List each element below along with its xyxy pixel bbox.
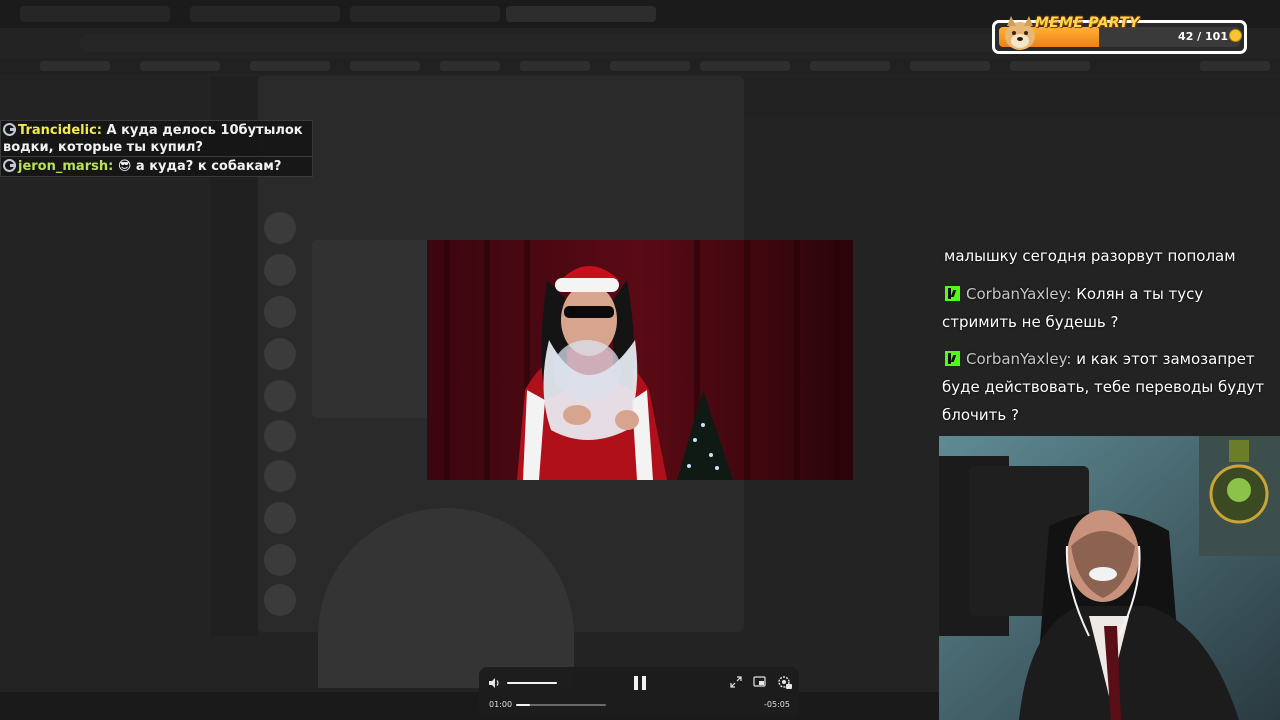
chat-message-text: А куда делось 10бутылок	[106, 123, 303, 138]
pause-icon[interactable]	[633, 675, 647, 691]
streamer-webcam	[939, 436, 1280, 720]
meme-party-widget: MEME PARTY 42 / 101	[992, 15, 1247, 54]
coin-icon	[1229, 29, 1242, 42]
chat-message-text: а куда? к собакам?	[135, 159, 282, 174]
fullscreen-icon[interactable]	[730, 676, 742, 688]
chat-message-text-cont: буде действовать, тебе переводы будут	[942, 378, 1265, 396]
seek-bar[interactable]	[516, 704, 606, 706]
right-chat-message: CorbanYaxley: Колян а ты тусу стримить н…	[940, 280, 1270, 336]
video-player-controls: 01:00 -05:05	[479, 667, 799, 717]
seek-bar-fill	[516, 704, 531, 706]
santa-costume-video-image	[427, 240, 853, 480]
left-chat-message: jeron_marsh: 😎 а куда? к собакам?	[0, 156, 313, 177]
chat-message-text-cont: стримить не будешь ?	[942, 313, 1119, 331]
kick-icon	[945, 286, 960, 301]
embedded-video-frame[interactable]	[427, 240, 853, 480]
g-badge-icon	[3, 159, 16, 172]
kick-icon	[945, 351, 960, 366]
stream-stage: Trancidelic: А куда делось 10бутылок вод…	[0, 0, 1280, 720]
current-time: 01:00	[489, 700, 513, 709]
chat-nick: Trancidelic:	[18, 123, 102, 138]
chat-nick: jeron_marsh:	[18, 159, 114, 174]
right-chat-line: малышку сегодня разорвут пополам	[940, 242, 1270, 270]
right-chat-message: CorbanYaxley: и как этот замозапрет буде…	[940, 345, 1270, 429]
sunglasses-emoji-icon: 😎	[117, 159, 132, 174]
meme-party-count: 42 / 101	[1178, 30, 1228, 43]
chat-message-text: и как этот замозапрет	[1076, 350, 1255, 368]
chat-nick: CorbanYaxley:	[966, 285, 1072, 303]
doge-icon	[1005, 16, 1035, 50]
volume-icon[interactable]	[488, 677, 500, 689]
browser-right-toolbar	[744, 76, 1280, 116]
settings-icon[interactable]	[777, 675, 792, 690]
pip-icon[interactable]	[753, 676, 766, 688]
g-badge-icon	[3, 123, 16, 136]
chat-message-text: малышку сегодня разорвут пополам	[944, 247, 1236, 265]
chat-nick: CorbanYaxley:	[966, 350, 1072, 368]
streamer-webcam-image	[939, 436, 1280, 720]
volume-slider-fill	[507, 682, 557, 684]
chat-message-text-cont: блочить ?	[942, 406, 1019, 424]
left-chat-message: Trancidelic: А куда делось 10бутылок вод…	[0, 120, 313, 158]
chat-message-text: Колян а ты тусу	[1076, 285, 1204, 303]
chat-message-text-cont: водки, которые ты купил?	[3, 140, 203, 155]
volume-slider[interactable]	[507, 682, 557, 684]
remaining-time: -05:05	[764, 700, 790, 709]
meme-party-title: MEME PARTY	[1035, 15, 1140, 31]
